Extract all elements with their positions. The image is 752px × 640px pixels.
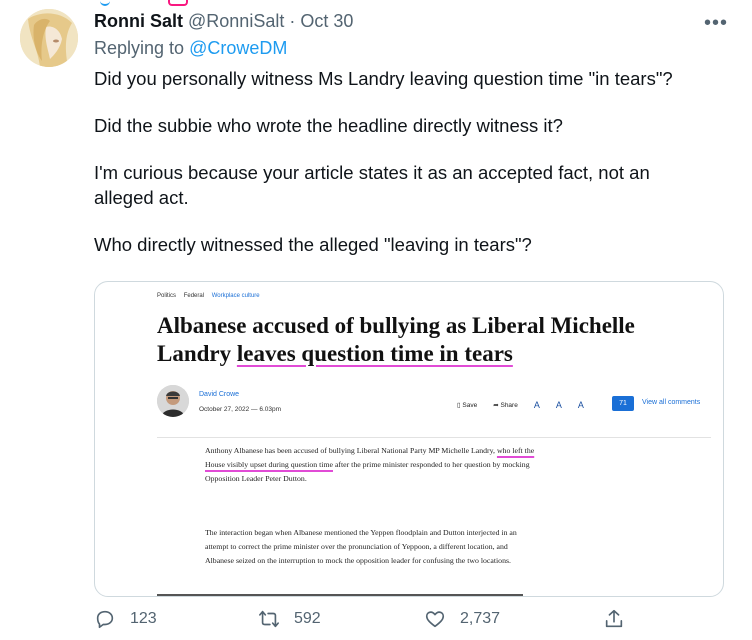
breadcrumb-item: Politics [157, 293, 177, 299]
like-count: 2,737 [460, 610, 501, 627]
reply-button[interactable]: 123 [94, 608, 157, 630]
like-button[interactable]: 2,737 [424, 608, 500, 630]
article-headline: Albanese accused of bullying as Liberal … [157, 312, 697, 368]
avatar[interactable] [20, 9, 78, 67]
replying-prefix: Replying to [94, 38, 185, 58]
article-date: October 27, 2022 — 6.03pm [199, 406, 282, 413]
replying-to-link[interactable]: @CroweDM [189, 38, 287, 58]
breadcrumb-item: Workplace culture [211, 293, 260, 299]
comment-count-badge: 71 [612, 396, 634, 411]
reply-icon [96, 610, 114, 629]
share-tool: ➦ Share [493, 401, 518, 409]
save-tool: ▯ Save [457, 401, 477, 409]
font-size-small: A [533, 400, 540, 410]
save-label: Save [462, 402, 478, 409]
tweet-paragraph: Did you personally witness Ms Landry lea… [94, 68, 673, 89]
separator-dot: · [289, 11, 296, 31]
more-icon[interactable]: ••• [704, 12, 728, 35]
tweet-paragraph: I'm curious because your article states … [94, 162, 650, 208]
article-paragraph: Anthony Albanese has been accused of bul… [205, 444, 535, 486]
tweet-paragraph: Did the subbie who wrote the headline di… [94, 115, 563, 136]
article-author: David Crowe [199, 391, 240, 398]
share-label: Share [500, 402, 518, 409]
article-screenshot-card[interactable]: Politics Federal Workplace culture Alban… [94, 281, 724, 597]
article-paragraph: The interaction began when Albanese ment… [205, 528, 517, 565]
breadcrumb: Politics Federal Workplace culture [157, 293, 266, 299]
headline-highlighted-text: leaves question time in tears [236, 341, 513, 366]
replying-to: Replying to @CroweDM [94, 38, 287, 59]
author-photo-image [157, 385, 189, 417]
tweet-text: Did you personally witness Ms Landry lea… [94, 66, 714, 279]
article-image: Politics Federal Workplace culture Alban… [95, 282, 723, 596]
reply-count: 123 [130, 610, 157, 627]
tweet-paragraph: Who directly witnessed the alleged "leav… [94, 234, 532, 255]
tweet-actions: 123 592 2,737 [0, 608, 752, 640]
fragment-icon-red [168, 0, 188, 6]
author-photo [157, 385, 189, 417]
divider [157, 594, 523, 596]
font-size-medium: A [555, 400, 562, 410]
bookmark-icon: ▯ [457, 402, 461, 409]
retweet-button[interactable]: 592 [258, 608, 321, 630]
author-handle[interactable]: @RonniSalt [188, 11, 284, 31]
author-name[interactable]: Ronni Salt [94, 11, 183, 31]
fragment-icon-blue [100, 0, 110, 6]
breadcrumb-item: Federal [183, 293, 205, 299]
font-size-large: A [577, 400, 584, 410]
tweet-header: Ronni Salt @RonniSalt · Oct 30 [94, 11, 353, 32]
avatar-image [20, 9, 78, 67]
divider [157, 437, 711, 438]
article-tools: ▯ Save ➦ Share A A A [457, 400, 584, 410]
previous-tweet-actions-fragment [100, 0, 220, 6]
paragraph-text: Anthony Albanese has been accused of bul… [205, 446, 497, 455]
share-button[interactable] [603, 608, 625, 630]
share-icon: ➦ [493, 402, 499, 409]
retweet-count: 592 [294, 610, 321, 627]
view-comments-link: View all comments [642, 399, 701, 406]
tweet-date[interactable]: Oct 30 [300, 11, 353, 31]
heart-icon [425, 611, 445, 628]
retweet-icon [259, 610, 279, 628]
share-icon [605, 609, 623, 628]
